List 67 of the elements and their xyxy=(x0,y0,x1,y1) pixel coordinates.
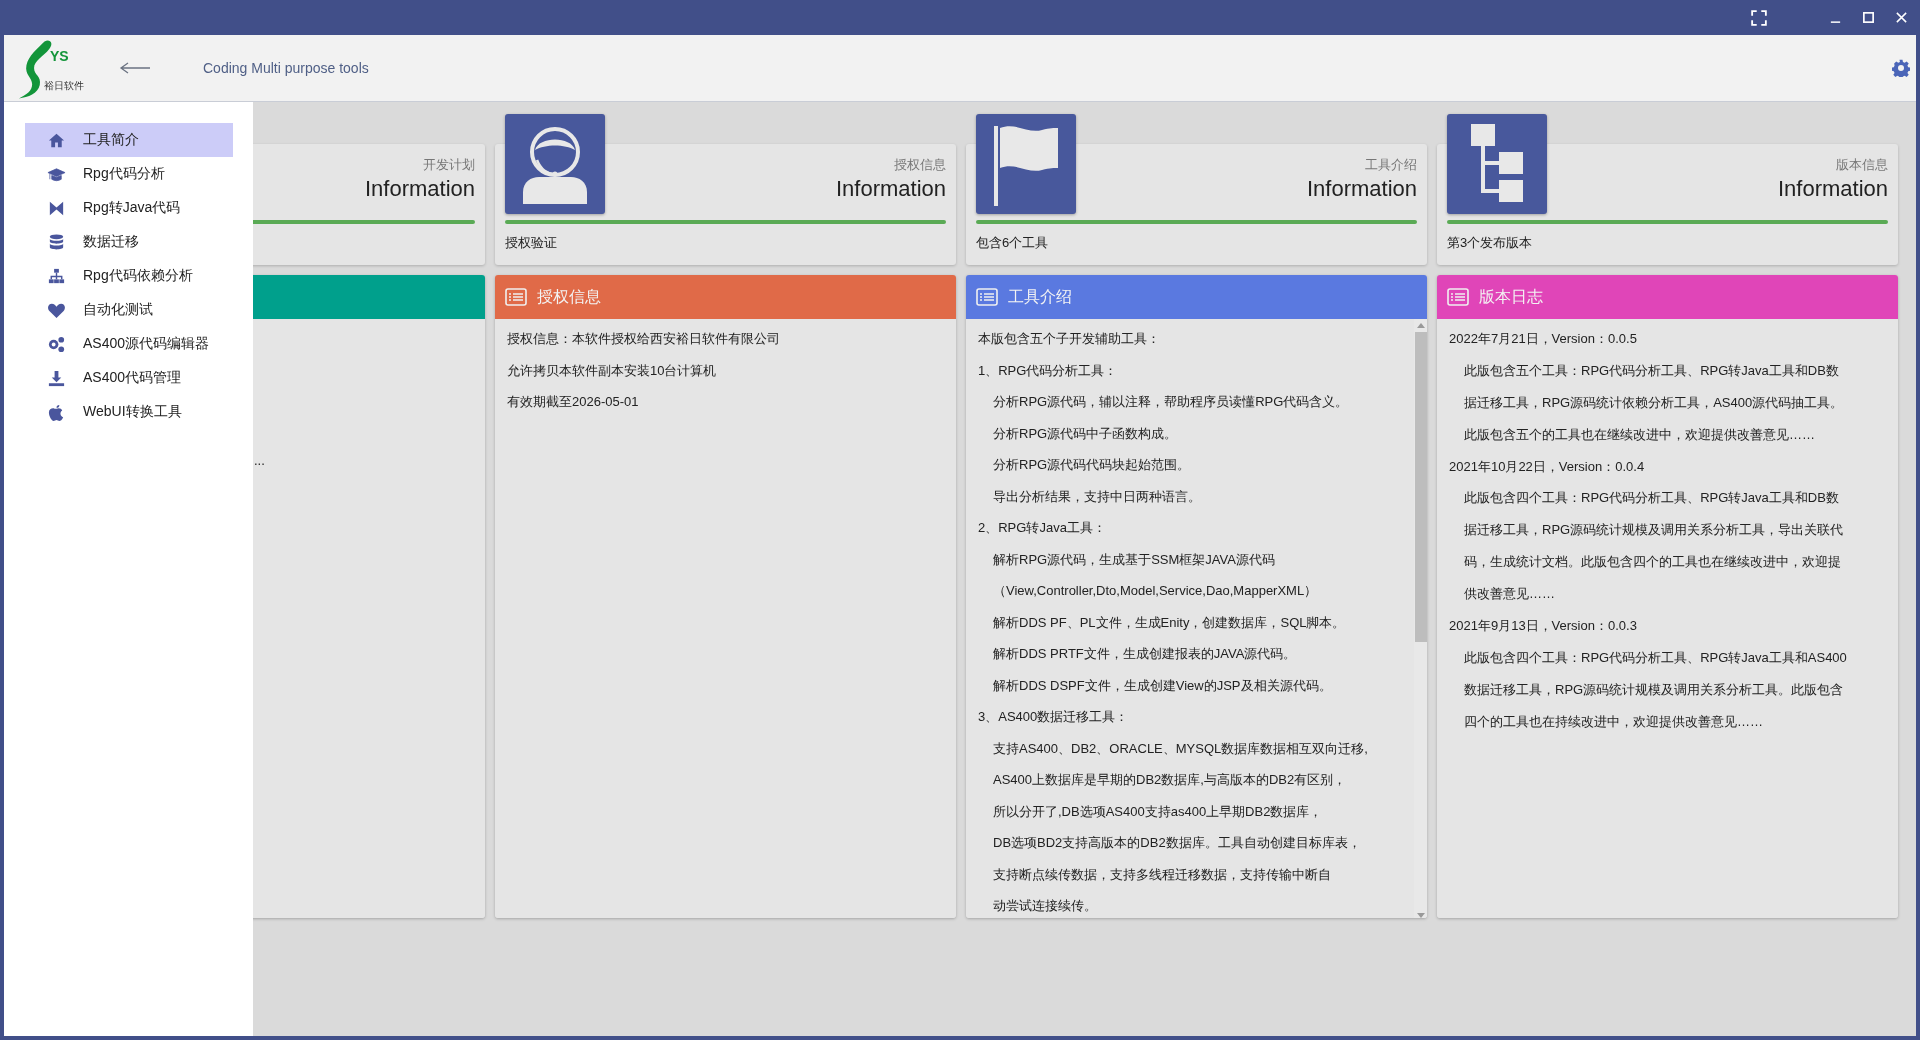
panel-text: 授权信息：本软件授权给西安裕日软件有限公司 xyxy=(507,330,781,348)
download-icon xyxy=(47,368,66,388)
maximize-icon[interactable] xyxy=(1862,11,1875,24)
panel-text: 解析DDS PF、PL文件，生成Enity，创建数据库，SQL脚本。 xyxy=(992,613,1347,632)
sidebar-item[interactable]: WebUI转换工具 xyxy=(25,395,233,429)
card-subtitle: 版本信息 xyxy=(1836,156,1888,174)
list-icon xyxy=(505,288,527,306)
card-title: Information xyxy=(1777,176,1888,202)
panel-text: 2022年7月21日，Version：0.0.5 xyxy=(1449,330,1638,348)
card-subtitle: 工具介绍 xyxy=(1365,156,1417,174)
panel-text: 本版包含五个子开发辅助工具： xyxy=(978,330,1161,348)
panel-text: 解析DDS DSPF文件，生成创建View的JSP及相关源代码。 xyxy=(992,676,1333,695)
database-icon xyxy=(47,232,66,252)
panel-text: 允许拷贝本软件副本安装10台计算机 xyxy=(507,361,718,380)
sidebar-item[interactable]: Rpg代码依赖分析 xyxy=(25,259,233,293)
panel-text: （View,Controller,Dto,Model,Service,Dao,MapperXML） xyxy=(992,582,1319,600)
card-subtitle: 开发计划 xyxy=(423,156,475,174)
sidebar-item[interactable]: AS400代码管理 xyxy=(25,361,233,395)
panel-text: 支持断点续传数据，支持多线程迁移数据，支持传输中断自 xyxy=(992,865,1332,884)
panel-text: 此版包含四个工具：RPG代码分析工具、RPG转Java工具和AS400数据迁移工具，RPG源码统计规模及调用关系分析工具。此版包含四个的工具也在持续改进中，欢迎提供改善意见…… xyxy=(1463,648,1848,731)
gears-icon xyxy=(47,334,66,354)
panel-text: 2021年10月22日，Version：0.0.4 xyxy=(1449,457,1646,476)
panel-text: 1、RPG代码分析工具： xyxy=(978,361,1119,380)
panel-text: 分析RPG源代码中子函数构成。 xyxy=(992,424,1179,443)
app-title: Coding Multi purpose tools xyxy=(203,60,369,76)
panel-text: 2021年9月13日，Version：0.0.3 xyxy=(1449,617,1638,635)
panel-text: 解析DDS PRTF文件，生成创建报表的JAVA源代码。 xyxy=(992,645,1298,663)
panel-text: 2、RPG转Java工具： xyxy=(978,519,1107,537)
sidebar-item[interactable]: 工具简介 xyxy=(25,123,233,157)
sidebar-item[interactable]: 自动化测试 xyxy=(25,293,233,327)
card-footer: 授权验证 xyxy=(505,234,557,252)
list-icon xyxy=(1447,288,1469,306)
panel-text: DB选项BD2支持高版本的DB2数据库。工具自动创建目标库表， xyxy=(992,834,1362,852)
panel-text: 此版包含四个工具：RPG代码分析工具、RPG转Java工具和DB数据迁移工具，RPG源码统计规模及调用关系分析工具，导出关联代码，生成统计文档。此版包含四个的工具也在继续改进中，欢迎提供改善意见…… xyxy=(1463,489,1845,603)
panel-text: 此版包含五个工具：RPG代码分析工具、RPG转Java工具和DB数据迁移工具，RPG源码统计依赖分析工具，AS400源代码抽工具。此版包含五个的工具也在继续改进中，欢迎提供改善意见…… xyxy=(1463,361,1845,444)
fullscreen-icon[interactable] xyxy=(1751,9,1767,26)
apple-icon xyxy=(47,402,66,422)
panel-text: ... xyxy=(254,452,265,470)
panel-text: 动尝试连接续传。 xyxy=(992,897,1098,915)
close-icon[interactable] xyxy=(1895,11,1908,24)
back-arrow-icon[interactable] xyxy=(119,62,151,74)
settings-icon[interactable] xyxy=(1892,59,1910,77)
list-icon xyxy=(976,288,998,306)
logo: YS 裕日软件 xyxy=(14,36,94,100)
sidebar-item[interactable]: AS400源代码编辑器 xyxy=(25,327,233,361)
panel-text: 分析RPG源代码代码块起始范围。 xyxy=(992,456,1192,474)
hierarchy-icon xyxy=(47,266,66,286)
panel-text: 3、AS400数据迁移工具： xyxy=(978,708,1130,726)
sidebar-item[interactable]: 数据迁移 xyxy=(25,225,233,259)
card-footer: 包含6个工具 xyxy=(976,234,1049,252)
card-title: Information xyxy=(364,176,475,202)
card-title: Information xyxy=(835,176,946,202)
sidebar-item[interactable]: Rpg代码分析 xyxy=(25,157,233,191)
sidebar-item[interactable]: Rpg转Java代码 xyxy=(25,191,233,225)
panel-text: 解析RPG源代码，生成基于SSM框架JAVA源代码 xyxy=(992,550,1276,569)
panel-title: 版本日志 xyxy=(1479,286,1543,307)
card-footer: 第3个发布版本 xyxy=(1447,234,1533,252)
panel-title: 授权信息 xyxy=(537,286,601,307)
panel-text: 支持AS400、DB2、ORACLE、MYSQL数据库数据相互双向迁移, xyxy=(992,739,1369,758)
panel-text: 所以分开了,DB选项AS400支持as400上早期DB2数据库， xyxy=(992,802,1324,821)
panel-text: 有效期截至2026-05-01 xyxy=(507,393,640,411)
panel-text: AS400上数据库是早期的DB2数据库,与高版本的DB2有区别， xyxy=(992,771,1348,789)
panel-text: 分析RPG源代码，辅以注释，帮助程序员读懂RPG代码含义。 xyxy=(992,393,1350,411)
card-subtitle: 授权信息 xyxy=(894,156,946,174)
card-title: Information xyxy=(1306,176,1417,202)
panel-text: 导出分析结果，支持中日两种语言。 xyxy=(992,487,1202,506)
panel-title: 工具介绍 xyxy=(1008,286,1072,307)
